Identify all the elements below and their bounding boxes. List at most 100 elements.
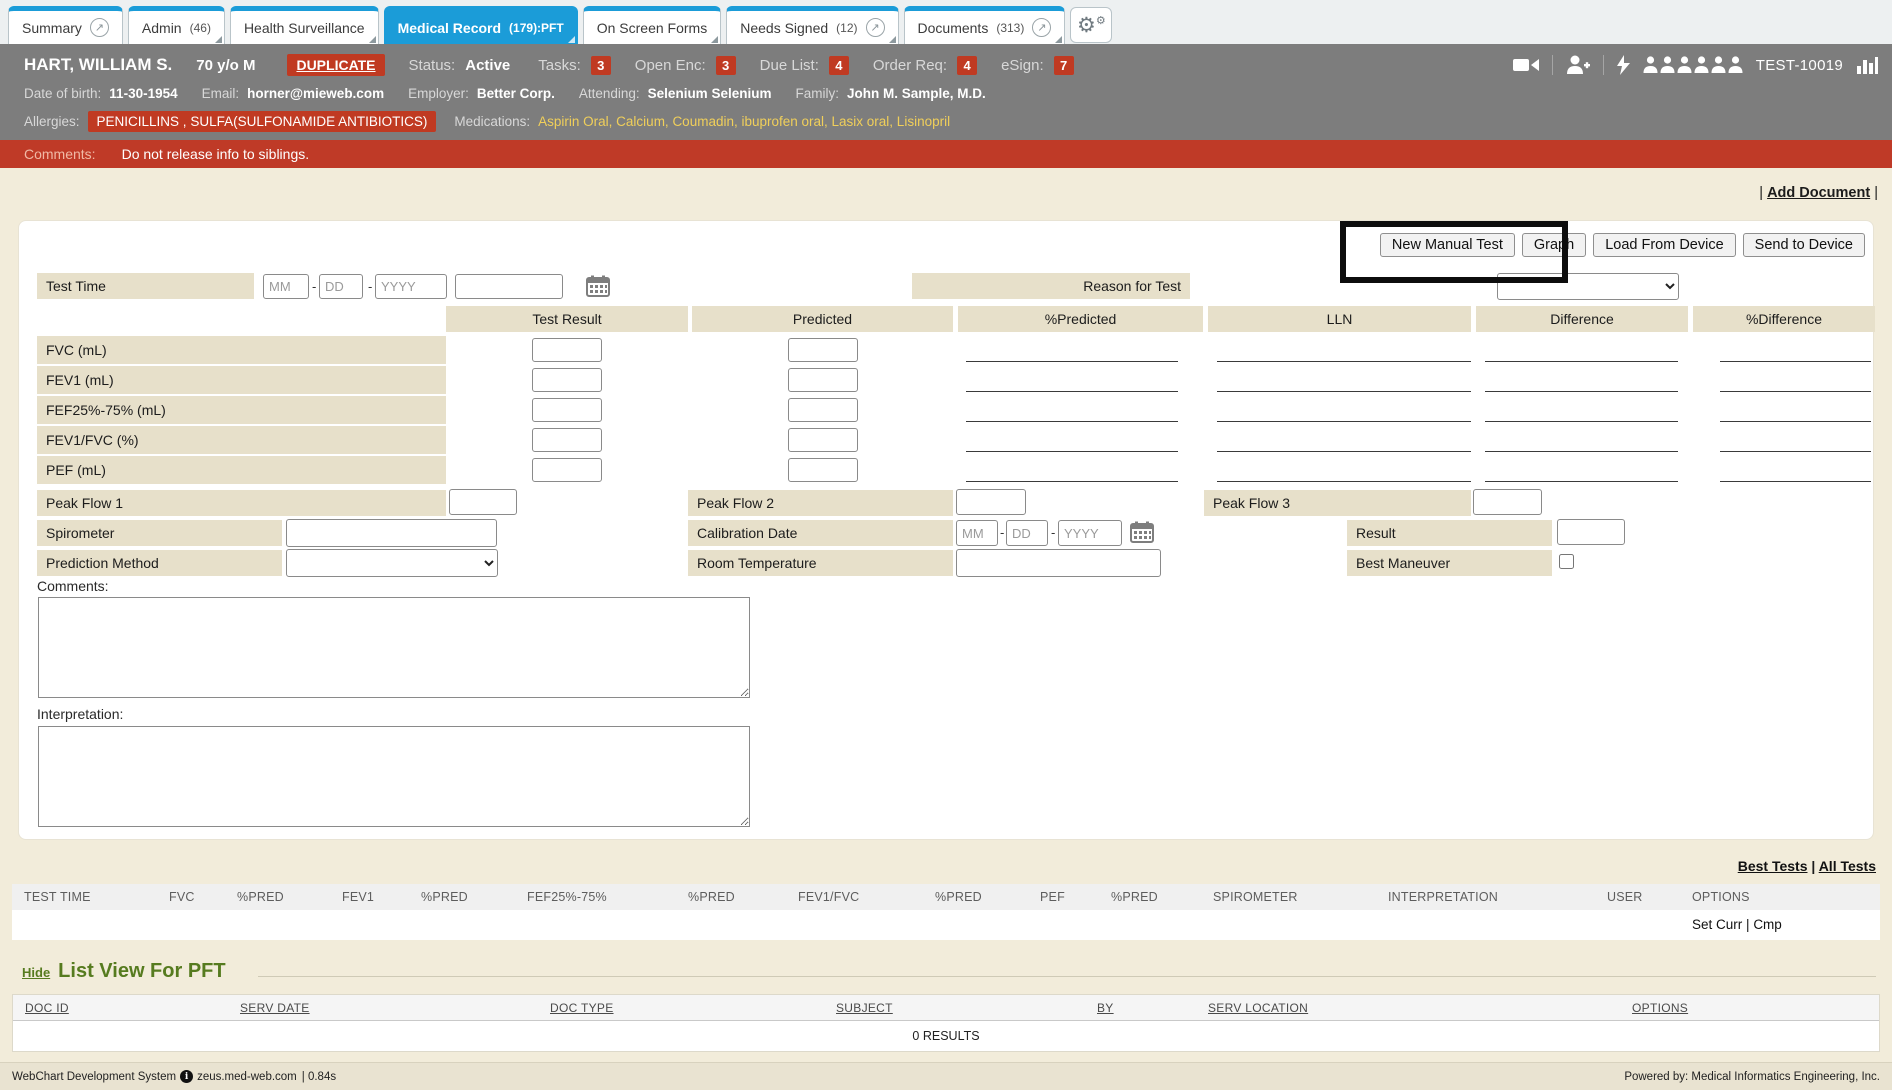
test-time-year-input[interactable] (375, 274, 447, 299)
interpretation-textarea[interactable] (38, 726, 750, 827)
fvc-test-result-input[interactable] (532, 338, 602, 362)
room-temperature-input[interactable] (956, 549, 1161, 577)
pef-difference-blank (1485, 456, 1678, 482)
fev1-predicted-input[interactable] (788, 368, 858, 392)
fev1-fvc-lln-blank (1217, 426, 1471, 452)
date-dash: - (1000, 525, 1004, 540)
fev1-lln-blank (1217, 366, 1471, 392)
dcol-doc-id[interactable]: DOC ID (25, 1001, 69, 1015)
peak-flow-3-input[interactable] (1473, 489, 1542, 515)
pef-predicted-input[interactable] (788, 458, 858, 482)
video-camera-icon[interactable] (1513, 56, 1539, 74)
test-time-month-input[interactable] (263, 274, 309, 299)
rcol-pef: PEF (1040, 890, 1065, 904)
separator: | (1746, 917, 1750, 932)
fvc-lln-blank (1217, 336, 1471, 362)
graph-button[interactable]: Graph (1522, 233, 1586, 257)
esign-count-badge[interactable]: 7 (1054, 56, 1074, 75)
send-to-device-button[interactable]: Send to Device (1743, 233, 1865, 257)
fev1-fvc-test-result-input[interactable] (532, 428, 602, 452)
col-predicted: Predicted (692, 306, 953, 332)
pft-comments-textarea[interactable] (38, 597, 750, 698)
test-time-time-input[interactable] (455, 274, 563, 299)
dcol-serv-date[interactable]: SERV DATE (240, 1001, 310, 1015)
tab-health-surveillance[interactable]: Health Surveillance (230, 6, 379, 44)
open-enc-count-badge[interactable]: 3 (716, 56, 736, 75)
rcol-spirometer: SPIROMETER (1213, 890, 1298, 904)
email-value[interactable]: horner@mieweb.com (247, 86, 384, 101)
test-time-day-input[interactable] (319, 274, 363, 299)
fieldset-line (258, 976, 1876, 977)
results-table-body: Set Curr | Cmp (12, 910, 1880, 940)
due-list-count-badge[interactable]: 4 (829, 56, 849, 75)
status-value: Active (465, 57, 510, 74)
rcol-pred5: %PRED (1111, 890, 1158, 904)
cmp-link[interactable]: Cmp (1753, 917, 1782, 932)
dcol-by[interactable]: BY (1097, 1001, 1114, 1015)
col-lln: LLN (1208, 306, 1471, 332)
calibration-year-input[interactable] (1058, 520, 1122, 546)
reason-for-test-select[interactable] (1497, 273, 1679, 300)
calendar-icon[interactable] (586, 275, 610, 302)
hide-link[interactable]: Hide (22, 965, 50, 980)
tab-medical-record[interactable]: Medical Record (179):PFT (384, 6, 578, 44)
fvc-predicted-input[interactable] (788, 338, 858, 362)
dcol-subject[interactable]: SUBJECT (836, 1001, 893, 1015)
footer-host[interactable]: zeus.med-web.com (197, 1071, 297, 1083)
all-tests-link[interactable]: All Tests (1819, 858, 1876, 874)
fef-percent-difference-blank (1720, 396, 1871, 422)
tab-summary[interactable]: Summary ↗ (8, 6, 123, 44)
dcol-serv-location[interactable]: SERV LOCATION (1208, 1001, 1308, 1015)
dcol-doc-type[interactable]: DOC TYPE (550, 1001, 614, 1015)
fev1-fvc-percent-difference-blank (1720, 426, 1871, 452)
patient-portal-users-icons[interactable] (1643, 56, 1743, 74)
peak-flow-1-input[interactable] (449, 489, 517, 515)
prediction-method-select[interactable] (286, 549, 498, 577)
peak-flow-3-label: Peak Flow 3 (1204, 490, 1471, 516)
tab-medical-record-label: Medical Record (398, 20, 501, 36)
rcol-pred2: %PRED (421, 890, 468, 904)
allergies-badge[interactable]: PENICILLINS , SULFA(SULFONAMIDE ANTIBIOT… (88, 111, 437, 132)
calibration-month-input[interactable] (956, 520, 998, 546)
info-icon[interactable]: i (180, 1070, 193, 1083)
settings-button[interactable]: ⚙⚙ (1070, 7, 1112, 43)
popout-icon[interactable]: ↗ (866, 18, 885, 37)
tab-documents-count: (313) (996, 21, 1024, 35)
add-document-link[interactable]: Add Document (1767, 185, 1870, 201)
peak-flow-2-input[interactable] (956, 489, 1026, 515)
fev1-fvc-predicted-input[interactable] (788, 428, 858, 452)
tab-needs-signed-label: Needs Signed (740, 20, 828, 36)
dob-value: 11-30-1954 (109, 86, 177, 101)
best-maneuver-checkbox[interactable] (1559, 554, 1574, 569)
row-label-fev1: FEV1 (mL) (37, 366, 446, 394)
order-req-count-badge[interactable]: 4 (957, 56, 977, 75)
chart-icon[interactable] (1856, 55, 1878, 75)
result-input[interactable] (1557, 519, 1625, 545)
medications-list[interactable]: Aspirin Oral, Calcium, Coumadin, ibuprof… (538, 114, 950, 129)
duplicate-badge[interactable]: DUPLICATE (287, 54, 384, 76)
fef-percent-predicted-blank (966, 396, 1178, 422)
dcol-options[interactable]: OPTIONS (1632, 1001, 1688, 1015)
tasks-count-badge[interactable]: 3 (591, 56, 611, 75)
rcol-pred1: %PRED (237, 890, 284, 904)
fef-predicted-input[interactable] (788, 398, 858, 422)
flash-icon[interactable] (1617, 55, 1630, 75)
fef-test-result-input[interactable] (532, 398, 602, 422)
best-tests-link[interactable]: Best Tests (1738, 858, 1808, 874)
calendar-icon[interactable] (1130, 521, 1154, 548)
fev1-test-result-input[interactable] (532, 368, 602, 392)
popout-icon[interactable]: ↗ (1032, 18, 1051, 37)
pef-test-result-input[interactable] (532, 458, 602, 482)
tab-documents[interactable]: Documents (313) ↗ (904, 6, 1066, 44)
tab-needs-signed[interactable]: Needs Signed (12) ↗ (726, 6, 898, 44)
add-user-icon[interactable] (1566, 55, 1590, 75)
calibration-day-input[interactable] (1006, 520, 1048, 546)
popout-icon[interactable]: ↗ (90, 18, 109, 37)
tab-admin[interactable]: Admin (46) (128, 6, 225, 44)
new-manual-test-button[interactable]: New Manual Test (1380, 233, 1515, 257)
tab-on-screen-forms[interactable]: On Screen Forms (583, 6, 721, 44)
load-from-device-button[interactable]: Load From Device (1593, 233, 1735, 257)
set-curr-link[interactable]: Set Curr (1692, 917, 1742, 932)
patient-demographics-row: Date of birth: 11-30-1954 Email: horner@… (24, 82, 1878, 104)
spirometer-input[interactable] (286, 519, 497, 547)
